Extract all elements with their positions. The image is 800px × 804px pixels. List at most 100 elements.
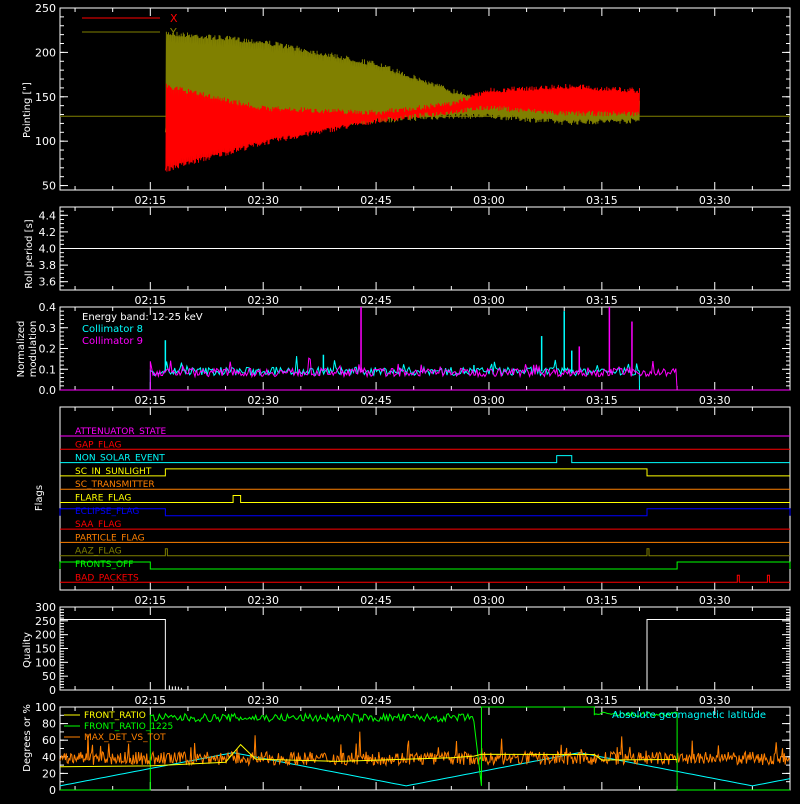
- y-tick-label: 40: [42, 751, 56, 764]
- y-tick-label: 250: [35, 615, 56, 628]
- flag-label: BAD_PACKETS: [75, 573, 139, 583]
- y-tick-label: 100: [35, 656, 56, 669]
- legend-label-y: Y: [169, 26, 177, 39]
- y-tick-label: 3.8: [39, 259, 57, 272]
- quality-line: [60, 618, 790, 691]
- x-tick-label: 02:15: [134, 194, 166, 207]
- legend-energy-band: Energy band: 12-25 keV: [82, 312, 203, 323]
- legend-collimator-8: Collimator 8: [82, 324, 143, 335]
- x-tick-label: 02:30: [247, 194, 279, 207]
- x-tick-label: 03:00: [473, 594, 505, 607]
- legend-collimator-9: Collimator 9: [82, 336, 143, 347]
- legend-label-x: X: [170, 12, 178, 25]
- y-tick-label: 0.0: [39, 384, 57, 397]
- panel-frame: [59, 406, 791, 591]
- flag-line-fronts-off: [59, 561, 791, 570]
- flag-line-sc-in-sunlight: [60, 468, 790, 477]
- flag-label: NON_SOLAR_EVENT: [75, 454, 165, 464]
- y-tick-label: 200: [35, 629, 56, 642]
- y-tick-label: 150: [35, 643, 56, 656]
- flag-line-eclipse-flag: [59, 508, 791, 517]
- flag-label: SC_TRANSMITTER: [75, 480, 155, 490]
- flag-label: AAZ_FLAG: [75, 547, 122, 557]
- panel-roll-ylabel: Roll period [s]: [24, 219, 35, 288]
- annotation-geomag-latitude: Absolute geomagnetic latitude: [612, 710, 766, 721]
- y-tick-label: 250: [35, 2, 56, 15]
- x-tick-label: 02:45: [360, 194, 392, 207]
- x-tick-label: 03:00: [473, 194, 505, 207]
- y-tick-label: 50: [42, 180, 56, 193]
- y-tick-label: 150: [35, 91, 56, 104]
- panel-pointing-ylabel: Pointing ["]: [22, 82, 33, 138]
- modulation-series-2: [149, 357, 678, 391]
- legend-front-ratio: FRONT_RATIO: [84, 711, 146, 721]
- x-tick-label: 03:00: [473, 394, 505, 407]
- x-tick-label: 02:45: [360, 694, 392, 707]
- flag-label: SC_IN_SUNLIGHT: [75, 467, 152, 477]
- y-tick-label: 0.2: [39, 343, 57, 356]
- panel-mod-ylabel-line2: modulation: [28, 321, 39, 378]
- x-tick-label: 02:30: [247, 694, 279, 707]
- legend-front-ratio-1225: FRONT_RATIO_1225: [84, 722, 173, 732]
- x-tick-label: 02:30: [247, 394, 279, 407]
- y-tick-label: 4.0: [39, 243, 57, 256]
- x-tick-label: 02:45: [360, 594, 392, 607]
- y-tick-label: 80: [42, 718, 56, 731]
- flag-label: SAA_FLAG: [75, 520, 121, 530]
- panel-ratio-ylabel: Degrees or %: [22, 704, 33, 772]
- y-tick-label: 0.3: [39, 322, 57, 335]
- x-tick-label: 03:00: [473, 694, 505, 707]
- y-tick-label: 0: [49, 784, 56, 797]
- flag-line-bad-packets: [60, 574, 790, 583]
- y-tick-label: 100: [35, 135, 56, 148]
- y-tick-label: 300: [35, 601, 56, 614]
- x-tick-label: 03:00: [473, 294, 505, 307]
- x-tick-label: 02:45: [360, 294, 392, 307]
- flag-label: FRONTS_OFF: [75, 560, 133, 570]
- flag-label: FLARE_FLAG: [75, 494, 131, 504]
- flag-label: ECLIPSE_FLAG: [75, 507, 139, 517]
- y-tick-label: 4.4: [39, 209, 57, 222]
- modulation-series-1: [149, 355, 640, 391]
- x-tick-label: 02:30: [247, 294, 279, 307]
- y-tick-label: 100: [35, 701, 56, 714]
- x-tick-label: 03:30: [699, 194, 731, 207]
- y-tick-label: 0: [49, 684, 56, 697]
- y-tick-label: 20: [42, 767, 56, 780]
- x-tick-label: 03:15: [586, 194, 618, 207]
- x-tick-label: 02:30: [247, 594, 279, 607]
- y-tick-label: 200: [35, 46, 56, 59]
- x-tick-label: 03:30: [699, 594, 731, 607]
- figure-canvas: 02:15 02:30 02:45 03:00 03:15 03:305010015020…: [16, 2, 791, 797]
- y-tick-label: 0.4: [39, 301, 57, 314]
- panel-quality-ylabel: Quality: [22, 632, 33, 668]
- x-tick-label: 02:15: [134, 394, 166, 407]
- x-tick-label: 03:30: [699, 294, 731, 307]
- max-det-vs-tot-line: [59, 731, 791, 768]
- x-tick-label: 03:30: [699, 694, 731, 707]
- y-tick-label: 50: [42, 670, 56, 683]
- x-tick-label: 03:15: [586, 294, 618, 307]
- flag-line-flare-flag: [60, 495, 790, 503]
- figure: 02:15 02:30 02:45 03:00 03:15 03:30 50 100 150 20…: [0, 0, 800, 800]
- x-tick-label: 03:30: [699, 394, 731, 407]
- y-tick-label: 4.2: [39, 226, 57, 239]
- flag-label: GAP_FLAG: [75, 440, 121, 450]
- flag-line-aaz-flag: [60, 548, 790, 557]
- legend-max-det-vs-tot: MAX_DET_VS_TOT: [84, 733, 166, 743]
- x-tick-label: 02:45: [360, 394, 392, 407]
- x-tick-label: 03:15: [586, 594, 618, 607]
- flag-label: PARTICLE_FLAG: [75, 533, 145, 543]
- panel-mod-ylabel-line1: Normalized: [16, 321, 27, 378]
- flag-line-non-solar-event: [60, 455, 790, 464]
- y-tick-label: 3.6: [39, 276, 57, 289]
- x-tick-label: 02:15: [134, 594, 166, 607]
- y-tick-label: 0.1: [39, 363, 57, 376]
- x-tick-label: 03:15: [586, 394, 618, 407]
- panel-flags-ylabel: Flags: [34, 485, 45, 511]
- y-tick-label: 60: [42, 734, 56, 747]
- flag-label: ATTENUATOR_STATE: [75, 427, 167, 437]
- x-tick-label: 02:15: [134, 694, 166, 707]
- x-tick-label: 03:15: [586, 694, 618, 707]
- x-tick-label: 02:15: [134, 294, 166, 307]
